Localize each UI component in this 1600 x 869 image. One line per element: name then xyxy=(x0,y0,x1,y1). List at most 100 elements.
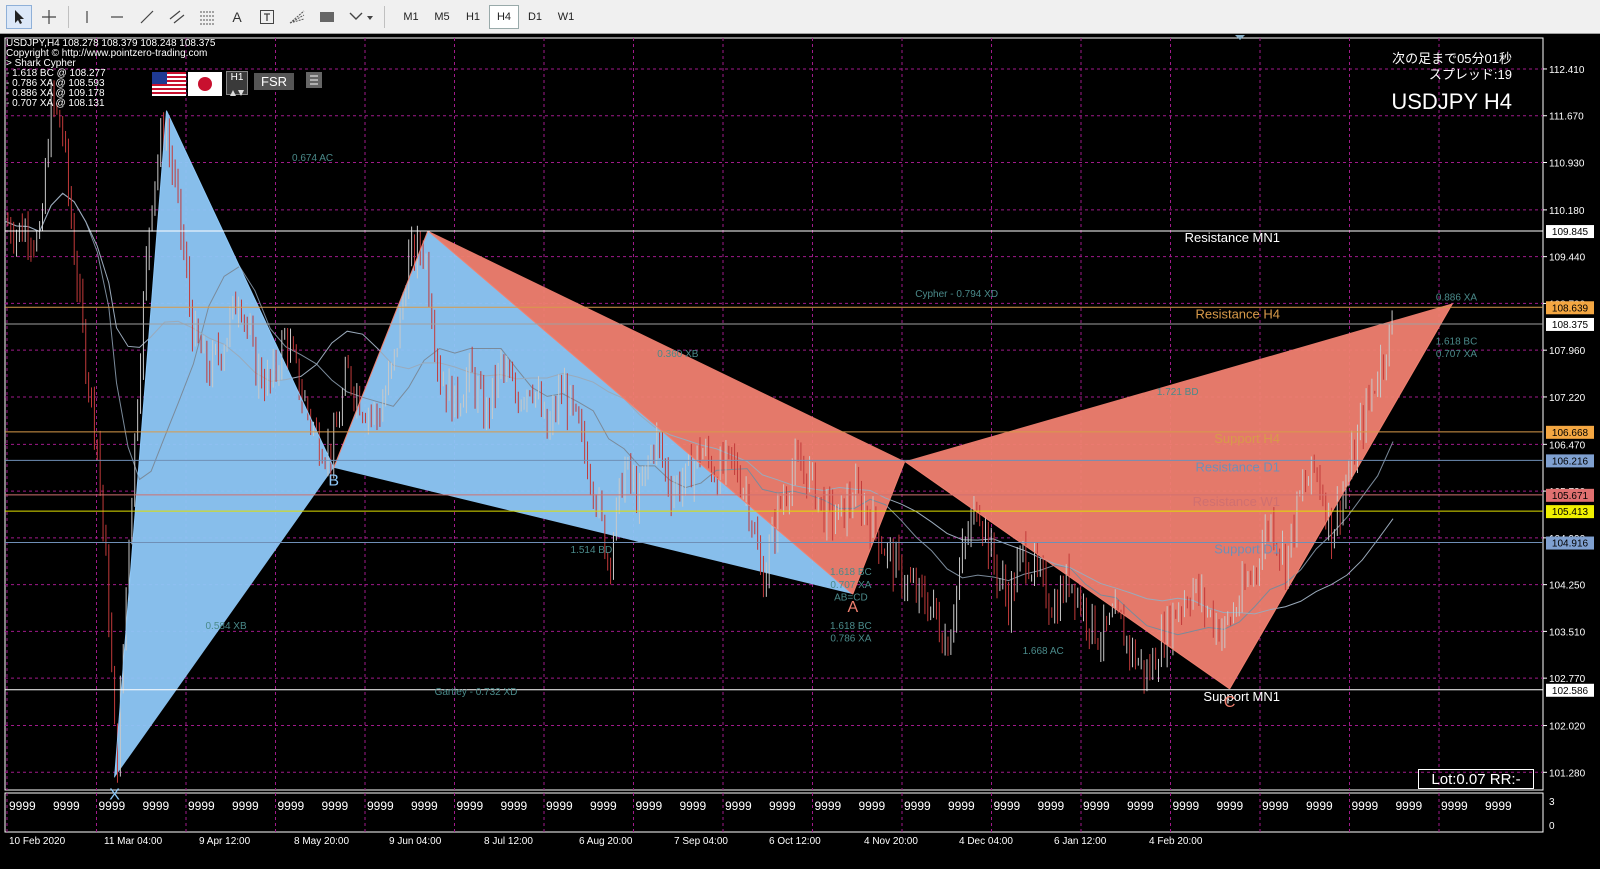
price-chart[interactable]: 10 Feb 2020 11 Mar 04:00 9 Apr 12:00 8 May … xyxy=(0,34,1600,864)
subwindow-value: 9999 xyxy=(322,799,349,813)
pattern-annotation: 0.886 XA xyxy=(1436,292,1477,303)
y-tick-label: 104.250 xyxy=(1549,581,1586,592)
pattern-annotation: Cypher - 0.794 XD xyxy=(915,289,998,300)
subwindow-value: 9999 xyxy=(411,799,438,813)
us-flag-icon[interactable] xyxy=(152,72,186,96)
timeframe-h4-button[interactable]: H4 xyxy=(489,5,519,29)
subwindow-value: 9999 xyxy=(1262,799,1289,813)
spread-text: スプレッド:19 xyxy=(1428,67,1512,82)
subwindow-value: 9999 xyxy=(1441,799,1468,813)
price-box-label: 102.586 xyxy=(1552,686,1589,697)
y-tick-label: 110.180 xyxy=(1549,206,1585,217)
x-tick-label: 6 Oct 12:00 xyxy=(769,836,821,847)
subwindow-value: 9999 xyxy=(1038,799,1065,813)
rectangle-icon[interactable] xyxy=(314,5,340,29)
subwindow-value: 9999 xyxy=(859,799,886,813)
harmonic-pattern-triangle xyxy=(904,303,1453,689)
subwindow-value: 9999 xyxy=(457,799,484,813)
crosshair-icon[interactable] xyxy=(36,5,62,29)
horizontal-line-icon[interactable] xyxy=(104,5,130,29)
pattern-annotation: Gartley - 0.732 XD xyxy=(435,687,518,698)
pattern-point-label: B xyxy=(328,473,339,490)
pattern-annotation: 1.668 AC xyxy=(1023,646,1064,657)
fsr-button[interactable]: FSR xyxy=(254,73,294,90)
settings-icon[interactable] xyxy=(306,72,322,88)
toolbar: A M1 M5 H1 H4 D1 W1 xyxy=(0,0,1600,34)
pattern-annotation: 0.707 XA xyxy=(1436,349,1477,360)
arrow-pointer-icon[interactable] xyxy=(6,5,32,29)
subwindow-value: 9999 xyxy=(1127,799,1154,813)
shapes-dropdown-icon[interactable] xyxy=(344,5,378,29)
y-tick-label: 107.220 xyxy=(1549,393,1586,404)
subwindow-value: 9999 xyxy=(188,799,215,813)
subwindow-value: 9999 xyxy=(904,799,931,813)
symbol-title: USDJPY H4 xyxy=(1391,89,1512,114)
price-box-label: 106.216 xyxy=(1552,456,1589,467)
level-label: Support H4 xyxy=(1214,431,1280,446)
timeframe-h1-button[interactable]: H1 xyxy=(458,5,488,29)
y-tick-label: 112.410 xyxy=(1549,65,1585,76)
subwindow-value: 9999 xyxy=(994,799,1021,813)
y-tick-label: 109.440 xyxy=(1549,253,1586,264)
subwindow-value: 9999 xyxy=(725,799,752,813)
chart-window[interactable]: 10 Feb 2020 11 Mar 04:00 9 Apr 12:00 8 May … xyxy=(0,34,1600,864)
pattern-annotation: 1.618 BC xyxy=(1436,336,1478,347)
channel-icon[interactable] xyxy=(164,5,190,29)
subwindow-tick-label: 0 xyxy=(1549,821,1555,832)
price-box-label: 109.845 xyxy=(1552,227,1589,238)
price-box-label: 104.916 xyxy=(1552,539,1589,550)
y-tick-label: 111.670 xyxy=(1549,112,1584,123)
y-tick-label: 107.960 xyxy=(1549,346,1586,357)
trendline-icon[interactable] xyxy=(134,5,160,29)
japan-flag-icon[interactable] xyxy=(188,72,222,96)
subwindow-value: 9999 xyxy=(1352,799,1379,813)
pattern-annotation: 0.584 XB xyxy=(206,621,247,632)
harmonic-pattern-triangle xyxy=(114,110,334,778)
subwindow-value: 9999 xyxy=(278,799,305,813)
level-label: Support D1 xyxy=(1214,542,1280,557)
pattern-annotation: 1.721 BD xyxy=(1157,387,1199,398)
y-tick-label: 102.770 xyxy=(1549,674,1586,685)
pattern-annotation: 1.514 BD xyxy=(571,545,613,556)
pattern-point-label: C xyxy=(1224,694,1236,711)
level-label: Support MN1 xyxy=(1203,689,1280,704)
level-label: Resistance MN1 xyxy=(1185,230,1280,245)
vertical-line-icon[interactable] xyxy=(74,5,100,29)
x-tick-label: 4 Nov 20:00 xyxy=(864,836,918,847)
subwindow-value: 9999 xyxy=(948,799,975,813)
x-tick-label: 9 Jun 04:00 xyxy=(389,836,442,847)
text-label-icon[interactable] xyxy=(254,5,280,29)
fibonacci-icon[interactable] xyxy=(194,5,220,29)
x-tick-label: 6 Aug 20:00 xyxy=(579,836,633,847)
y-tick-label: 110.930 xyxy=(1549,158,1585,169)
timeframe-m5-button[interactable]: M5 xyxy=(427,5,457,29)
timeframe-w1-button[interactable]: W1 xyxy=(551,5,581,29)
subwindow-value: 9999 xyxy=(1083,799,1110,813)
pattern-annotation: 0.674 AC xyxy=(292,153,333,164)
subwindow-value: 9999 xyxy=(1485,799,1512,813)
price-box-label: 105.671 xyxy=(1552,491,1589,502)
subwindow-value: 9999 xyxy=(1306,799,1333,813)
subwindow-tick-label: 3 xyxy=(1549,797,1555,808)
x-tick-label: 11 Mar 04:00 xyxy=(104,836,163,847)
fibonacci-fan-icon[interactable] xyxy=(284,5,310,29)
pattern-annotation: 1.618 BC xyxy=(830,567,872,578)
y-tick-label: 103.510 xyxy=(1549,627,1586,638)
timeframe-badge[interactable]: H1 xyxy=(226,71,248,96)
timeframe-m1-button[interactable]: M1 xyxy=(396,5,426,29)
x-tick-label: 10 Feb 2020 xyxy=(9,836,66,847)
subwindow-value: 9999 xyxy=(9,799,36,813)
subwindow-value: 9999 xyxy=(1217,799,1244,813)
subwindow-value: 9999 xyxy=(53,799,80,813)
subwindow-value: 9999 xyxy=(143,799,170,813)
subwindow-value: 9999 xyxy=(769,799,796,813)
x-tick-label: 8 Jul 12:00 xyxy=(484,836,533,847)
subwindow-value: 9999 xyxy=(590,799,617,813)
y-tick-label: 106.470 xyxy=(1549,440,1586,451)
timeframe-d1-button[interactable]: D1 xyxy=(520,5,550,29)
x-tick-label: 8 May 20:00 xyxy=(294,836,349,847)
x-tick-label: 7 Sep 04:00 xyxy=(674,836,728,847)
subwindow-value: 9999 xyxy=(367,799,394,813)
pattern-info-line: - 0.707 XA @ 108.131 xyxy=(6,98,105,109)
text-icon[interactable]: A xyxy=(224,5,250,29)
